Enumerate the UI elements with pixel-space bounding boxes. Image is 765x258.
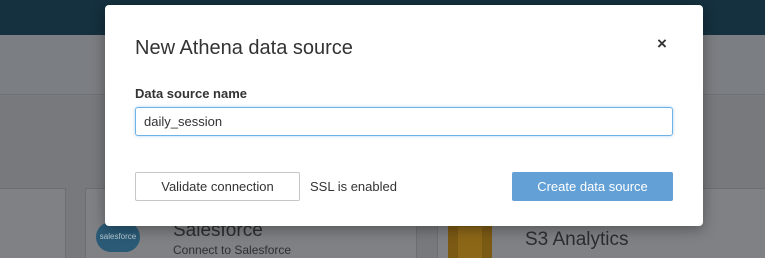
create-data-source-button[interactable]: Create data source bbox=[512, 172, 673, 201]
new-data-source-dialog: New Athena data source × Data source nam… bbox=[105, 5, 703, 226]
dialog-title: New Athena data source bbox=[135, 37, 353, 59]
card-subtitle: Connect to Salesforce bbox=[173, 243, 292, 257]
data-source-card bbox=[0, 188, 66, 258]
card-title: S3 Analytics bbox=[525, 229, 629, 250]
data-source-name-input[interactable] bbox=[135, 107, 673, 136]
s3-bucket-icon bbox=[448, 221, 492, 258]
validate-connection-button[interactable]: Validate connection bbox=[135, 172, 300, 201]
data-source-name-label: Data source name bbox=[135, 86, 247, 101]
salesforce-logo: salesforce bbox=[96, 222, 140, 252]
close-icon[interactable]: × bbox=[654, 35, 670, 52]
ssl-status-text: SSL is enabled bbox=[310, 179, 397, 194]
